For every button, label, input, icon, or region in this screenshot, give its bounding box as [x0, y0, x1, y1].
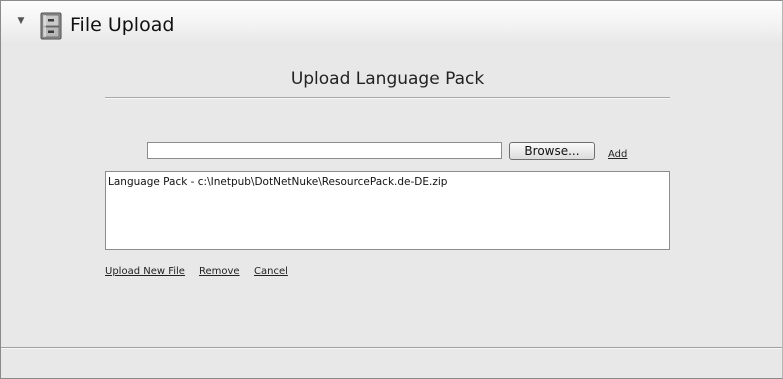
module-title: File Upload [70, 14, 175, 36]
module-header: ▼ File Upload [1, 1, 782, 47]
file-upload-panel: ▼ File Upload Upload Language Pack Brows… [0, 0, 783, 379]
remove-link[interactable]: Remove [199, 266, 240, 278]
section-title: Upload Language Pack [290, 69, 485, 89]
footer-divider [1, 347, 782, 349]
section-divider [105, 97, 670, 99]
file-path-input[interactable] [147, 142, 502, 159]
add-link[interactable]: Add [608, 149, 627, 161]
file-list-box[interactable]: Language Pack - c:\Inetpub\DotNetNuke\Re… [105, 171, 670, 250]
cancel-link[interactable]: Cancel [254, 266, 288, 278]
collapse-triangle-icon[interactable]: ▼ [15, 15, 27, 27]
list-item[interactable]: Language Pack - c:\Inetpub\DotNetNuke\Re… [108, 175, 447, 189]
browse-button[interactable]: Browse... [509, 142, 595, 160]
upload-new-file-link[interactable]: Upload New File [105, 266, 185, 278]
file-cabinet-icon [40, 12, 62, 40]
